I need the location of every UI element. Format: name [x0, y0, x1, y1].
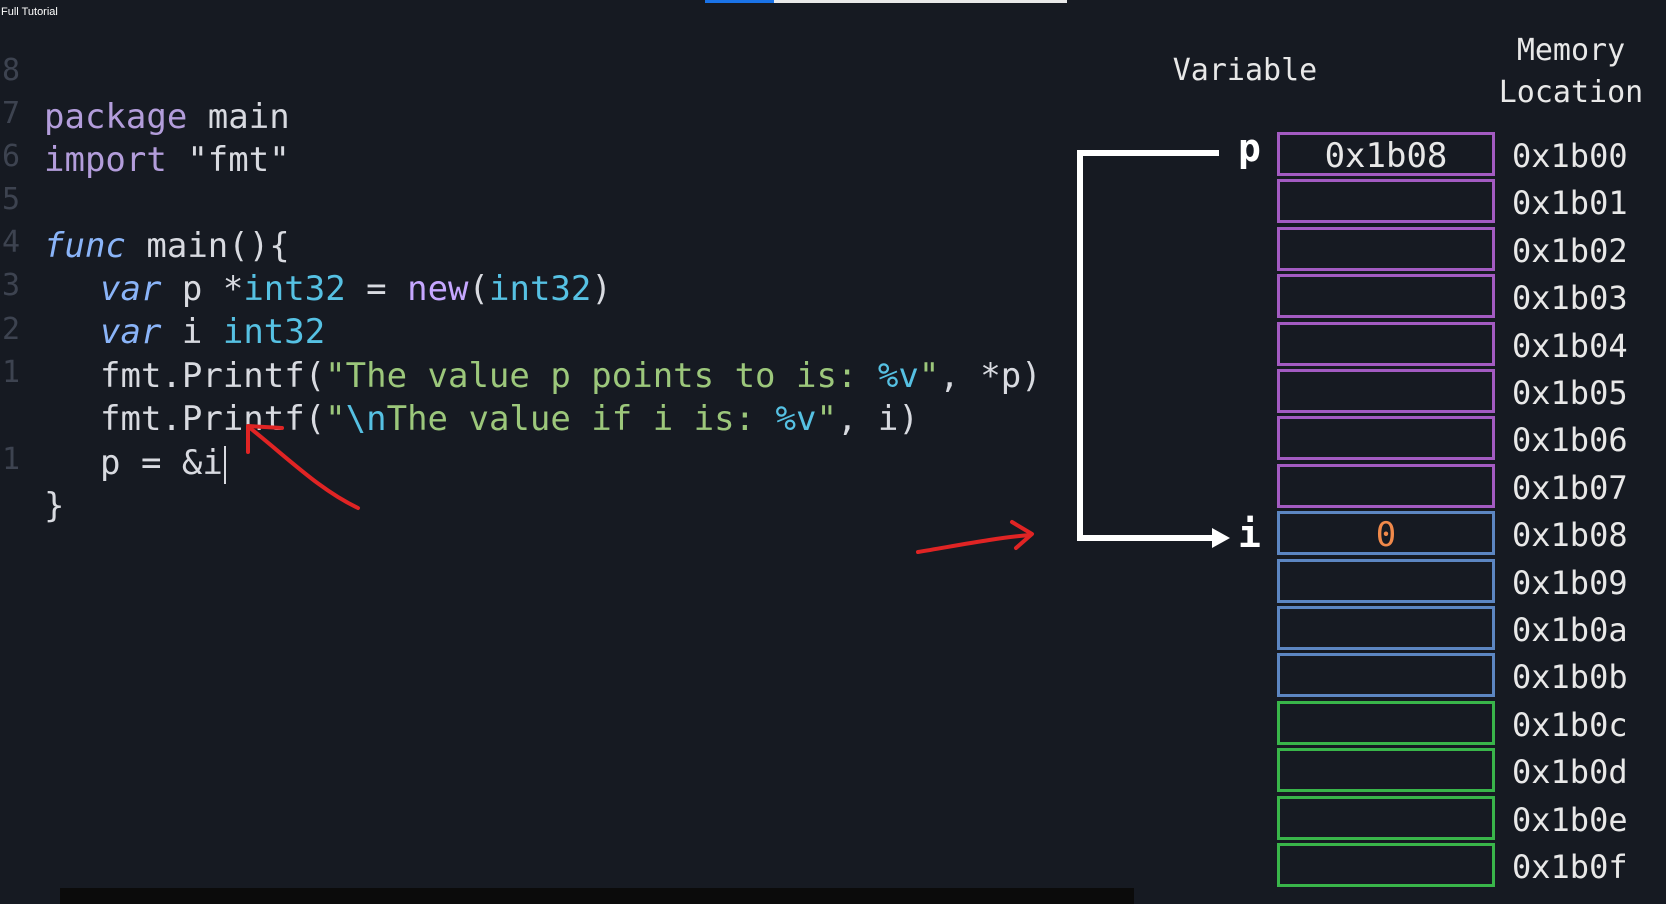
code-text: var p *int32 = new(int32) — [100, 269, 612, 309]
code-identifier: main(){ — [146, 226, 290, 266]
memory-address: 0x1b0c — [1512, 705, 1628, 744]
code-line: 1 fmt.Printf("\nThe value if i is: %v", … — [0, 304, 919, 439]
memory-address: 0x1b05 — [1512, 374, 1628, 412]
memory-cell: 0 — [1277, 511, 1495, 556]
header-memory: Memory Location — [1480, 30, 1662, 114]
memory-address: 0x1b03 — [1512, 279, 1628, 318]
memory-cell — [1277, 321, 1495, 366]
code-editor[interactable]: 8 package main 7 import "fmt" 6 5 func m… — [0, 0, 1060, 526]
memory-address: 0x1b0e — [1512, 800, 1628, 839]
memory-cell — [1277, 653, 1495, 698]
code-text: fmt.Printf("The value p points to is: %v… — [100, 356, 1042, 396]
memory-address: 0x1b02 — [1512, 231, 1628, 270]
memory-cell — [1277, 463, 1495, 508]
memory-cell — [1277, 274, 1495, 319]
header-memory-line2: Location — [1498, 75, 1644, 110]
memory-address: 0x1b0a — [1512, 611, 1628, 649]
caption-bar — [60, 888, 1134, 904]
variable-p-label: p — [1238, 126, 1261, 170]
memory-cell — [1277, 843, 1495, 887]
code-line: 4 var p *int32 = new(int32) — [0, 174, 612, 309]
memory-address: 0x1b09 — [1512, 563, 1628, 602]
memory-cell — [1277, 748, 1495, 793]
variable-i-label: i — [1238, 512, 1261, 556]
pointer-arrow-head — [1212, 528, 1230, 548]
code-text: var i int32 — [100, 312, 326, 352]
annotation-arrowhead-i — [1010, 520, 1034, 550]
code-text: p = &i — [100, 440, 226, 486]
memory-cell: 0x1b08 — [1277, 132, 1495, 176]
header-variable: Variable — [1172, 53, 1318, 88]
memory-address: 0x1b0d — [1512, 753, 1628, 792]
code-identifier: main — [207, 97, 290, 137]
code-keyword: var — [100, 269, 162, 309]
code-keyword: var — [100, 312, 162, 352]
code-string: "fmt" — [187, 140, 290, 180]
code-text: } — [44, 486, 65, 526]
header-memory-line1: Memory — [1516, 33, 1626, 68]
code-line: 2 fmt.Printf("The value p points to is: … — [0, 261, 1042, 396]
memory-address: 0x1b07 — [1512, 468, 1628, 507]
memory-address: 0x1b01 — [1512, 184, 1628, 223]
code-line: 3 var i int32 — [0, 217, 325, 352]
text-cursor — [223, 445, 226, 484]
code-line: 1 } — [0, 391, 82, 526]
pointer-arrow-line — [1077, 150, 1219, 541]
code-line: 5 func main(){ — [0, 131, 290, 266]
memory-address: 0x1b06 — [1512, 421, 1628, 460]
memory-address: 0x1b00 — [1512, 137, 1628, 175]
memory-cell — [1277, 606, 1495, 650]
annotation-arrow-i-icon — [916, 533, 1032, 554]
memory-cell — [1277, 226, 1495, 271]
memory-cell — [1277, 700, 1495, 745]
code-line: 8 package main — [0, 2, 290, 137]
memory-cell — [1277, 558, 1495, 603]
memory-address: 0x1b0b — [1512, 658, 1628, 697]
memory-cell — [1277, 179, 1495, 224]
memory-cell — [1277, 795, 1495, 840]
code-line: p = &i — [0, 348, 226, 484]
memory-address: 0x1b04 — [1512, 326, 1628, 365]
code-line: 7 import "fmt" — [0, 45, 290, 180]
memory-address: 0x1b08 — [1512, 516, 1628, 555]
code-text: fmt.Printf("\nThe value if i is: %v", i) — [100, 399, 919, 439]
line-number: 1 — [2, 442, 21, 477]
code-line: 6 — [0, 88, 82, 174]
memory-cell — [1277, 369, 1495, 413]
memory-cell — [1277, 416, 1495, 461]
memory-address: 0x1b0f — [1512, 848, 1628, 886]
